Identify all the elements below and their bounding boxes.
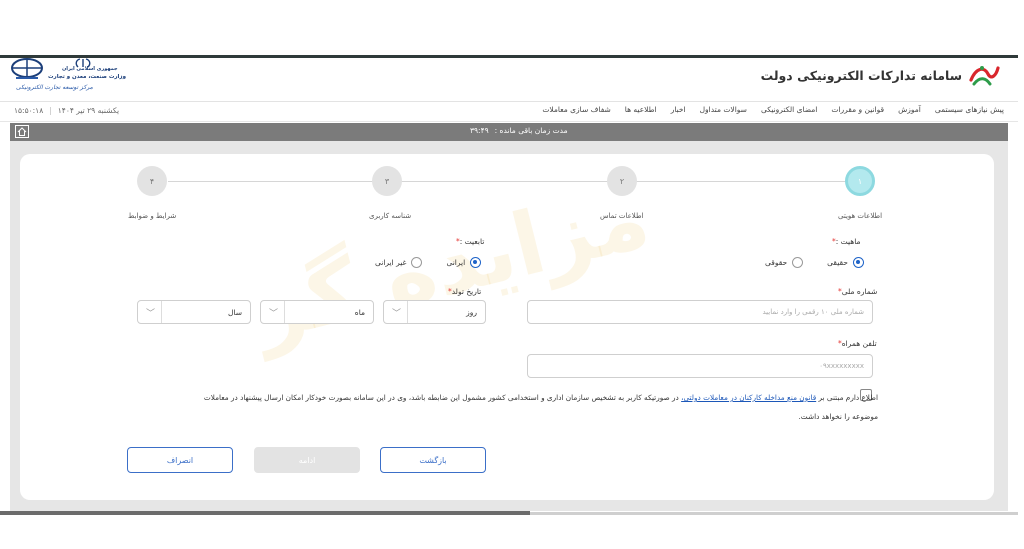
home-button[interactable] [15, 125, 29, 138]
radio-legal-label[interactable]: حقوقی [765, 258, 787, 267]
app-title: سامانه تدارکات الکترونیکی دولت [760, 67, 962, 83]
radio-iranian[interactable] [470, 257, 482, 268]
radio-natural-label[interactable]: حقیقی [827, 258, 848, 267]
registration-card: مزایده گر ۱ ۲ ۳ ۴ اطلاعات هویتی اطلاعات … [20, 154, 994, 500]
timer-bar: مدت زمان باقی مانده : ۳۹:۴۹ [10, 123, 1008, 141]
home-icon [17, 127, 27, 136]
nature-radio-group: حقیقی حقوقی [765, 257, 864, 268]
cancel-button[interactable]: انصراف [127, 447, 233, 473]
current-date: یکشنبه ۲۹ تیر ۱۴۰۴ [57, 106, 120, 115]
birth-date-label: تاریخ تولد* [448, 287, 481, 296]
menu-item-e-signature[interactable]: امضای الکترونیکی [761, 105, 817, 114]
step-3-label: شناسه کاربری [369, 212, 412, 220]
current-time: ۱۵:۵۰:۱۸ [14, 106, 44, 115]
terms-prefix: اطلاع دارم مبتنی بر [818, 393, 878, 402]
mobile-label-text: تلفن همراه [841, 339, 877, 348]
birth-year-select[interactable]: سال ﹀ [137, 300, 251, 324]
ministry-logo: جمهوری اسلامی ایران وزارت صنعت، معدن و ت… [8, 58, 126, 98]
page: سامانه تدارکات الکترونیکی دولت جمهوری اس… [0, 0, 1024, 549]
continue-button[interactable]: ادامه [254, 447, 360, 473]
radio-non-iranian[interactable] [411, 257, 423, 268]
national-id-input[interactable]: شماره ملی ۱۰ رقمی را وارد نمایید [527, 300, 873, 324]
bottom-divider-light [530, 512, 1018, 515]
globe-icon [11, 58, 43, 79]
menu-item-prerequisites[interactable]: پیش نیازهای سیستمی [935, 105, 1004, 114]
chevron-down-icon: ﹀ [146, 301, 163, 323]
national-id-label-text: شماره ملی [841, 287, 878, 296]
step-4[interactable]: ۴ [137, 166, 167, 196]
birth-day-value: روز [466, 307, 477, 317]
header: سامانه تدارکات الکترونیکی دولت جمهوری اس… [0, 58, 1018, 102]
mobile-label: تلفن همراه* [838, 339, 877, 348]
nature-label: ماهیت :* [832, 237, 861, 246]
national-id-label: شماره ملی* [838, 287, 877, 296]
birth-year-value: سال [227, 307, 242, 317]
chevron-down-icon: ﹀ [392, 301, 409, 323]
menu-bar: پیش نیازهای سیستمی آموزش قوانین و مقررات… [0, 102, 1018, 122]
setad-logo-icon [969, 66, 1000, 86]
nationality-radio-group: ایرانی غیر ایرانی [375, 257, 482, 268]
date-time: یکشنبه ۲۹ تیر ۱۴۰۴ | ۱۵:۵۰:۱۸ [14, 106, 119, 115]
ministry-line2: وزارت صنعت، معدن و تجارت [48, 74, 126, 80]
remaining-time: مدت زمان باقی مانده : ۳۹:۴۹ [470, 126, 568, 135]
radio-legal[interactable] [792, 257, 804, 268]
birth-month-value: ماه [354, 307, 365, 317]
bottom-divider [0, 511, 530, 515]
menu-item-announcements[interactable]: اطلاعیه ها [625, 105, 657, 114]
stepper-line [168, 181, 860, 182]
ministry-line1: جمهوری اسلامی ایران [62, 66, 118, 72]
main-menu: پیش نیازهای سیستمی آموزش قوانین و مقررات… [542, 105, 1004, 114]
back-button[interactable]: بازگشت [380, 447, 486, 473]
step-2[interactable]: ۲ [607, 166, 637, 196]
mobile-input[interactable]: ۰۹xxxxxxxxx [527, 354, 873, 378]
birth-month-select[interactable]: ماه ﹀ [260, 300, 374, 324]
birth-date-label-text: تاریخ تولد [451, 287, 482, 296]
nationality-label-text: تابعیت : [459, 237, 485, 246]
nationality-label: تابعیت :* [456, 237, 484, 246]
menu-item-laws[interactable]: قوانین و مقررات [831, 105, 884, 114]
brand[interactable]: سامانه تدارکات الکترونیکی دولت [761, 62, 1000, 88]
terms-text: اطلاع دارم مبتنی بر قانون منع مداخله کار… [178, 388, 878, 426]
remaining-time-label: مدت زمان باقی مانده : [494, 126, 568, 135]
step-2-label: اطلاعات تماس [600, 212, 644, 220]
date-separator: | [49, 106, 52, 115]
birth-day-select[interactable]: روز ﹀ [383, 300, 486, 324]
terms-law-link[interactable]: قانون منع مداخله کارکنان در معاملات دولت… [681, 393, 816, 402]
menu-item-transparency[interactable]: شفاف سازی معاملات [542, 105, 610, 114]
step-1-label: اطلاعات هویتی [838, 212, 883, 220]
menu-item-faq[interactable]: سوالات متداول [700, 105, 747, 114]
menu-item-training[interactable]: آموزش [898, 105, 921, 114]
step-1[interactable]: ۱ [845, 166, 875, 196]
radio-natural[interactable] [852, 257, 864, 268]
step-3[interactable]: ۳ [372, 166, 402, 196]
remaining-time-value: ۳۹:۴۹ [470, 126, 489, 135]
menu-item-news[interactable]: اخبار [671, 105, 686, 114]
radio-non-iranian-label[interactable]: غیر ایرانی [375, 258, 406, 267]
radio-iranian-label[interactable]: ایرانی [446, 258, 465, 267]
chevron-down-icon: ﹀ [269, 301, 286, 323]
step-4-label: شرایط و ضوابط [128, 212, 177, 220]
nature-label-text: ماهیت : [835, 237, 861, 246]
ministry-line3: مرکز توسعه تجارت الکترونیکی [16, 84, 93, 91]
